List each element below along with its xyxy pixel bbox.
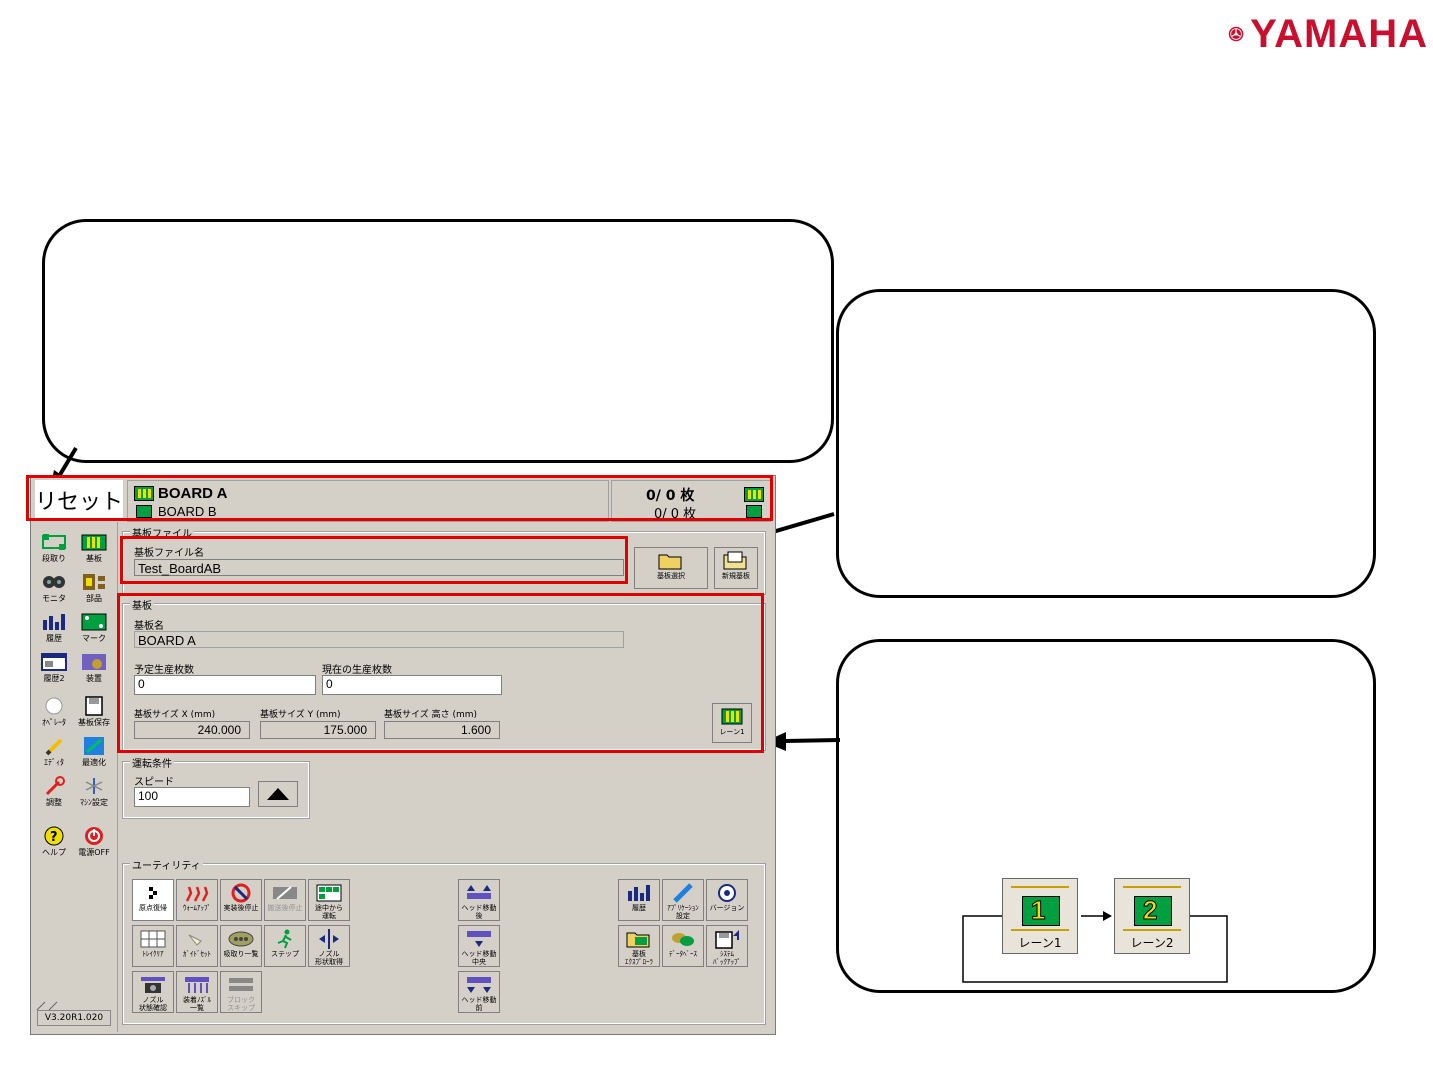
nozzle-shape-button[interactable]: ノズル 形状取得 <box>308 925 350 967</box>
svg-text:?: ? <box>50 830 58 845</box>
sidebar-item-monitor[interactable]: モニタ <box>35 570 73 606</box>
origin-icon <box>149 887 157 899</box>
board-explorer-button[interactable]: 基板 ｴｸｽﾌﾟﾛｰﾗ <box>618 925 660 967</box>
nozzle-list-icon <box>185 977 209 993</box>
app-settings-icon <box>673 883 693 903</box>
sidebar-item-machine-settings[interactable]: ﾏｼﾝ設定 <box>75 774 113 810</box>
origin-return-button[interactable]: 原点復帰 <box>132 879 174 921</box>
sidebar-item-power-off[interactable]: 電源OFF <box>75 824 113 860</box>
stop-after-transfer-icon <box>273 886 297 900</box>
tray-clear-icon <box>140 930 166 948</box>
sidebar-item-device[interactable]: 装置 <box>75 650 113 686</box>
monitor-icon <box>43 576 65 588</box>
step-icon <box>277 929 292 949</box>
highlight-board-group <box>117 593 764 753</box>
nozzle-list-button[interactable]: 装着ﾉｽﾞﾙ 一覧 <box>176 971 218 1013</box>
optimize-icon <box>84 737 104 755</box>
sidebar-item-optimize[interactable]: 最適化 <box>75 734 113 770</box>
history-icon <box>628 885 650 901</box>
warmup-icon <box>185 886 209 902</box>
sidebar-item-board[interactable]: 基板 <box>75 530 113 566</box>
nozzle-status-button[interactable]: ノズル 状態確認 <box>132 971 174 1013</box>
sidebar-item-setup[interactable]: 段取り <box>35 530 73 566</box>
sidebar-item-editor[interactable]: ｴﾃﾞｨﾀ <box>35 734 73 770</box>
board-explorer-icon <box>626 932 650 948</box>
highlight-board-file <box>120 536 628 584</box>
operator-icon <box>45 697 63 715</box>
history2-icon <box>41 653 67 671</box>
resume-run-button[interactable]: 途中から 運転 <box>308 879 350 921</box>
setup-icon <box>42 534 66 550</box>
speed-label: スピード <box>134 777 174 788</box>
nozzle-status-icon <box>141 977 165 993</box>
block-skip-button[interactable]: ブロック スキップ <box>220 971 262 1013</box>
sidebar-item-mark[interactable]: マーク <box>75 610 113 646</box>
highlight-status-bar <box>26 475 773 521</box>
system-backup-icon <box>715 930 739 949</box>
pickup-list-button[interactable]: 吸取り一覧 <box>220 925 262 967</box>
adjust-icon <box>45 776 65 796</box>
run-conditions-group: 運転条件 スピード 100 <box>122 755 310 819</box>
history-icon <box>43 614 65 630</box>
sidebar-item-component[interactable]: 部品 <box>75 570 113 606</box>
history-button[interactable]: 履歴 <box>618 879 660 921</box>
component-icon <box>83 574 105 590</box>
version-button[interactable]: バージョン <box>706 879 748 921</box>
head-move-rear-icon <box>467 885 491 899</box>
sidebar-item-save[interactable]: 基板保存 <box>75 694 113 730</box>
save-icon <box>85 696 103 716</box>
board-icon <box>81 534 107 551</box>
head-move-front-icon <box>467 977 491 993</box>
guide-set-icon <box>188 934 202 946</box>
mark-icon <box>81 613 107 631</box>
new-folder-icon <box>723 551 747 570</box>
sidebar-item-history2[interactable]: 履歴2 <box>35 650 73 686</box>
folder-open-icon <box>658 554 682 570</box>
sidebar: 段取り 基板 モニタ 部品 履歴 マーク 履歴2 装置 ｵﾍﾟﾚｰﾀ 基板保存 … <box>31 522 118 1032</box>
version-label: V3.20R1.020 <box>37 1010 111 1026</box>
guide-set-button[interactable]: ｶﾞｲﾄﾞｾｯﾄ <box>176 925 218 967</box>
new-board-button[interactable]: 新規基板 <box>714 547 758 589</box>
head-move-front-button[interactable]: ヘッド移動 前 <box>458 971 500 1013</box>
sidebar-item-history[interactable]: 履歴 <box>35 610 73 646</box>
nozzle-shape-icon <box>319 929 339 949</box>
step-button[interactable]: ステップ <box>264 925 306 967</box>
database-button[interactable]: ﾃﾞｰﾀﾍﾞｰｽ <box>662 925 704 967</box>
resume-icon <box>316 884 342 902</box>
stop-after-transfer-button[interactable]: 搬送後停止 <box>264 879 306 921</box>
sidebar-item-adjust[interactable]: 調整 <box>35 774 73 810</box>
head-move-center-button[interactable]: ヘッド移動 中央 <box>458 925 500 967</box>
block-skip-icon <box>229 978 253 991</box>
system-backup-button[interactable]: ｼｽﾃﾑ ﾊﾞｯｸｱｯﾌﾟ <box>706 925 748 967</box>
app-settings-button[interactable]: ｱﾌﾟﾘｹｰｼｮﾝ 設定 <box>662 879 704 921</box>
sidebar-item-operator[interactable]: ｵﾍﾟﾚｰﾀ <box>35 694 73 730</box>
tray-clear-button[interactable]: ﾄﾚｲｸﾘｱ <box>132 925 174 967</box>
utility-group: ユーティリティ 原点復帰 ｳｫｰﾑｱｯﾌﾟ 実装後停止 搬送後停止 途中から 運… <box>122 857 766 1025</box>
board-select-button[interactable]: 基板選択 <box>634 547 708 589</box>
head-move-rear-button[interactable]: ヘッド移動 後 <box>458 879 500 921</box>
sidebar-item-help[interactable]: ? ヘルプ <box>35 824 73 860</box>
speed-up-button[interactable] <box>258 781 298 807</box>
speed-input[interactable]: 100 <box>134 787 250 807</box>
power-icon <box>85 827 103 845</box>
database-icon <box>672 933 694 946</box>
stop-after-mount-button[interactable]: 実装後停止 <box>220 879 262 921</box>
help-icon: ? <box>44 826 64 846</box>
head-move-center-icon <box>467 931 491 947</box>
device-icon <box>82 654 106 670</box>
warmup-button[interactable]: ｳｫｰﾑｱｯﾌﾟ <box>176 879 218 921</box>
stop-after-mount-icon <box>231 883 251 903</box>
triangle-up-icon <box>267 788 289 800</box>
pickup-list-icon <box>228 931 254 947</box>
version-icon <box>718 884 736 902</box>
editor-icon <box>45 738 63 756</box>
machine-settings-icon <box>85 778 103 794</box>
